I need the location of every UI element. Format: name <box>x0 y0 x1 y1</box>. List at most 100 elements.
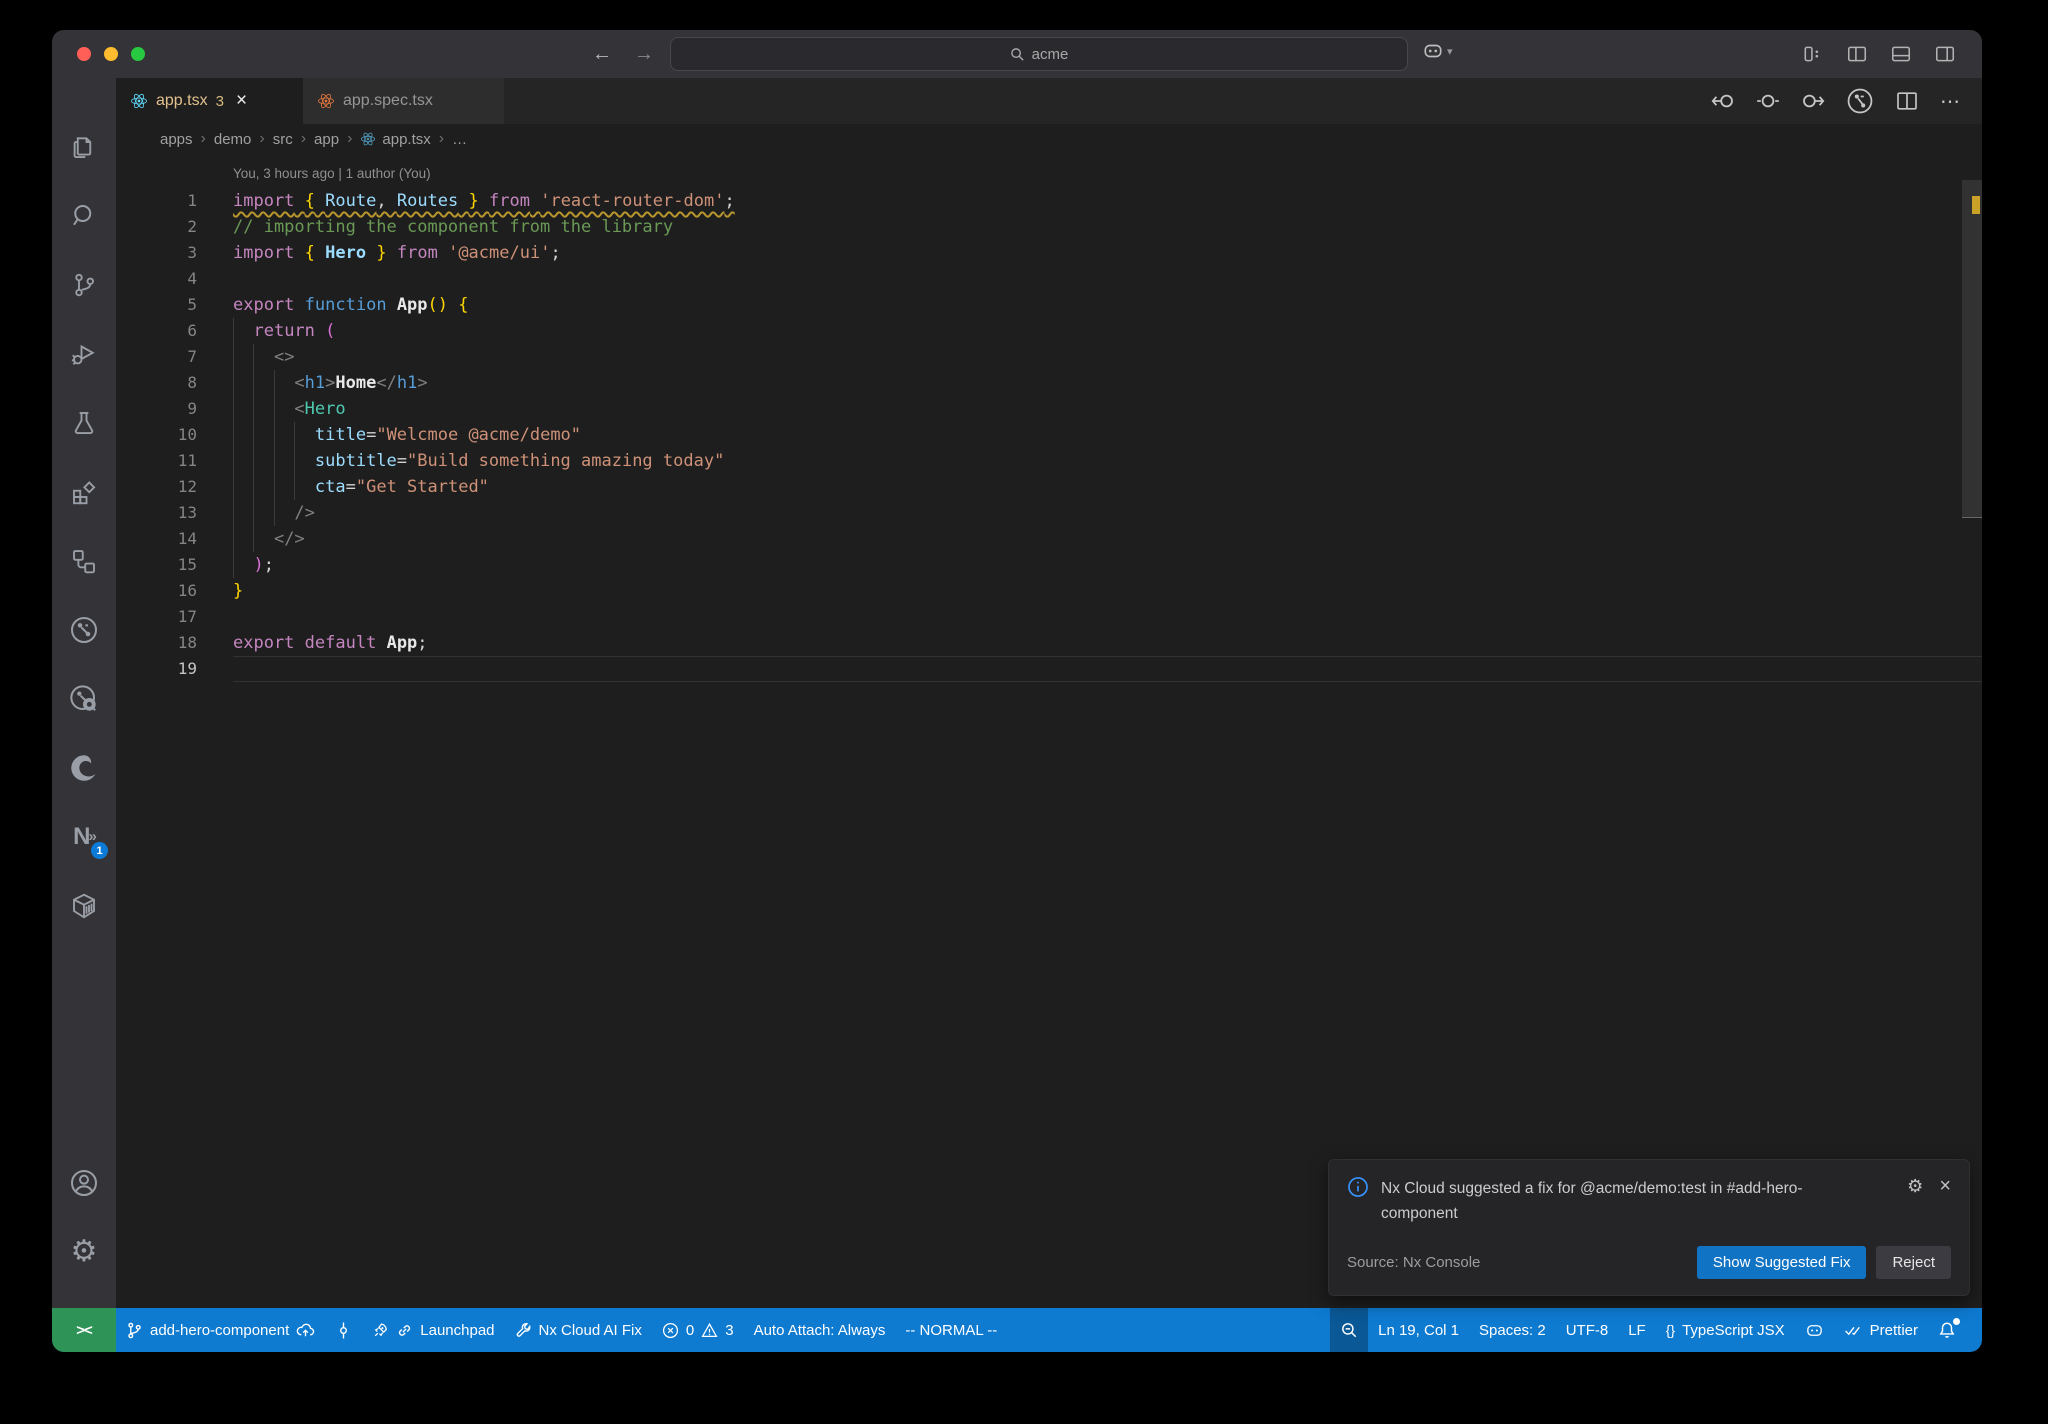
gitlens-inspect-icon[interactable] <box>52 664 116 733</box>
account-icon[interactable] <box>52 1148 116 1217</box>
breadcrumb-separator: › <box>259 130 265 147</box>
forward-button[interactable]: → <box>634 30 654 78</box>
formatter-item[interactable]: Prettier <box>1834 1308 1928 1352</box>
close-tab-icon[interactable]: × <box>236 90 247 112</box>
compare-changes-icon[interactable] <box>1756 89 1780 113</box>
encoding-item[interactable]: UTF-8 <box>1556 1308 1619 1352</box>
notifications-bell-item[interactable] <box>1928 1308 1966 1352</box>
search-box[interactable]: acme <box>670 37 1408 71</box>
code-line-12[interactable]: 12 cta="Get Started" <box>116 474 1982 500</box>
copilot-button[interactable]: ▾ <box>1422 40 1453 62</box>
breadcrumb-item[interactable]: apps <box>160 131 193 148</box>
indent-guide <box>273 422 275 448</box>
line-content: } <box>233 581 244 601</box>
layout-controls-icon[interactable] <box>1802 43 1824 65</box>
code-line-10[interactable]: 10 title="Welcmoe @acme/demo" <box>116 422 1982 448</box>
notification-close-icon[interactable]: × <box>1939 1176 1951 1196</box>
nx-console-icon[interactable]: N» 1 <box>52 802 116 871</box>
toggle-sidebar-left-icon[interactable] <box>1846 43 1868 65</box>
indentation-item[interactable]: Spaces: 2 <box>1469 1308 1556 1352</box>
code-line-9[interactable]: 9 <Hero <box>116 396 1982 422</box>
editor-scrollbar[interactable] <box>1962 154 1982 1308</box>
code-line-3[interactable]: 3 import { Hero } from '@acme/ui'; <box>116 240 1982 266</box>
reject-button[interactable]: Reject <box>1876 1246 1951 1279</box>
indent-guide <box>273 474 275 500</box>
breadcrumb-item[interactable]: src <box>273 131 293 148</box>
react-icon <box>131 93 147 109</box>
previous-change-icon[interactable] <box>1711 89 1735 113</box>
indent-guide <box>233 370 234 396</box>
code-line-1[interactable]: 1 import { Route, Routes } from 'react-ro… <box>116 188 1982 214</box>
breadcrumb-item[interactable]: … <box>452 131 467 148</box>
traffic-lights <box>77 47 145 61</box>
source-control-icon[interactable] <box>52 250 116 319</box>
breadcrumb-item-file[interactable]: app.tsx <box>360 131 431 148</box>
zoom-window-button[interactable] <box>131 47 145 61</box>
tab-app-spec-tsx[interactable]: app.spec.tsx <box>303 78 505 124</box>
extensions-icon[interactable] <box>52 457 116 526</box>
code-line-6[interactable]: 6 return ( <box>116 318 1982 344</box>
code-line-17[interactable]: 17 <box>116 604 1982 630</box>
code-line-8[interactable]: 8 <h1>Home</h1> <box>116 370 1982 396</box>
hierarchy-view-icon[interactable] <box>52 526 116 595</box>
line-number: 5 <box>187 295 197 314</box>
tab-problems-badge: 3 <box>215 92 224 110</box>
split-editor-icon[interactable] <box>1895 89 1919 113</box>
package-explorer-icon[interactable] <box>52 871 116 940</box>
language-mode-item[interactable]: {} TypeScript JSX <box>1656 1308 1795 1352</box>
back-button[interactable]: ← <box>592 30 612 78</box>
code-editor[interactable]: You, 3 hours ago | 1 author (You) 1 impor… <box>116 154 1982 1308</box>
breadcrumb-item[interactable]: app <box>314 131 339 148</box>
code-line-15[interactable]: 15 ); <box>116 552 1982 578</box>
show-suggested-fix-button[interactable]: Show Suggested Fix <box>1696 1246 1867 1279</box>
line-content: subtitle="Build something amazing today" <box>233 448 1982 474</box>
notification-settings-icon[interactable]: ⚙ <box>1907 1177 1923 1195</box>
code-line-18[interactable]: 18 export default App; <box>116 630 1982 656</box>
code-line-13[interactable]: 13 /> <box>116 500 1982 526</box>
launchpad-item[interactable]: Launchpad <box>362 1308 504 1352</box>
commit-item[interactable] <box>325 1308 362 1352</box>
tab-app-tsx[interactable]: app.tsx 3 × <box>116 78 303 124</box>
code-line-16[interactable]: 16} <box>116 578 1982 604</box>
eol-item[interactable]: LF <box>1618 1308 1656 1352</box>
testing-icon[interactable] <box>52 388 116 457</box>
more-actions-icon[interactable]: ⋯ <box>1940 89 1962 114</box>
git-branch-item[interactable]: add-hero-component <box>116 1308 325 1352</box>
toggle-sidebar-right-icon[interactable] <box>1934 43 1956 65</box>
zoom-out-item[interactable] <box>1330 1308 1369 1352</box>
search-view-icon[interactable] <box>52 181 116 250</box>
remote-indicator[interactable]: >< <box>52 1308 116 1352</box>
vim-mode-item[interactable]: -- NORMAL -- <box>895 1308 1007 1352</box>
line-col-item[interactable]: Ln 19, Col 1 <box>1368 1308 1469 1352</box>
chevron-down-icon: ▾ <box>1447 45 1453 58</box>
line-number: 18 <box>177 633 197 652</box>
vscode-window: ← → acme ▾ N» 1 ⚙ app.tsx 3 × app.spec.t… <box>52 30 1982 1352</box>
commit-graph-icon[interactable] <box>1846 87 1874 115</box>
settings-gear-icon[interactable]: ⚙ <box>52 1217 116 1286</box>
activity-bar: N» 1 ⚙ <box>52 78 116 1308</box>
scrollbar-slider[interactable] <box>1962 180 1982 518</box>
nx-cloud-fix-item[interactable]: Nx Cloud AI Fix <box>505 1308 652 1352</box>
status-bar: >< add-hero-component Launchpad Nx Cloud… <box>52 1308 1982 1352</box>
code-line-7[interactable]: 7 <> <box>116 344 1982 370</box>
code-line-2[interactable]: 2 // importing the component from the lib… <box>116 214 1982 240</box>
code-line-11[interactable]: 11 subtitle="Build something amazing tod… <box>116 448 1982 474</box>
toggle-panel-icon[interactable] <box>1890 43 1912 65</box>
problems-item[interactable]: 0 3 <box>652 1308 744 1352</box>
commit-graph-view-icon[interactable] <box>52 595 116 664</box>
code-line-19[interactable]: 19 <box>116 656 1982 682</box>
code-line-5[interactable]: 5 export function App() { <box>116 292 1982 318</box>
indent-guide <box>233 526 234 552</box>
breadcrumb-item[interactable]: demo <box>214 131 252 148</box>
next-change-icon[interactable] <box>1801 89 1825 113</box>
minimize-window-button[interactable] <box>104 47 118 61</box>
run-debug-icon[interactable] <box>52 319 116 388</box>
edge-devtools-icon[interactable] <box>52 733 116 802</box>
copilot-status-item[interactable] <box>1795 1308 1834 1352</box>
explorer-icon[interactable] <box>52 112 116 181</box>
code-line-4[interactable]: 4 <box>116 266 1982 292</box>
close-window-button[interactable] <box>77 47 91 61</box>
code-line-14[interactable]: 14 </> <box>116 526 1982 552</box>
auto-attach-item[interactable]: Auto Attach: Always <box>744 1308 896 1352</box>
line-number: 15 <box>177 555 197 574</box>
